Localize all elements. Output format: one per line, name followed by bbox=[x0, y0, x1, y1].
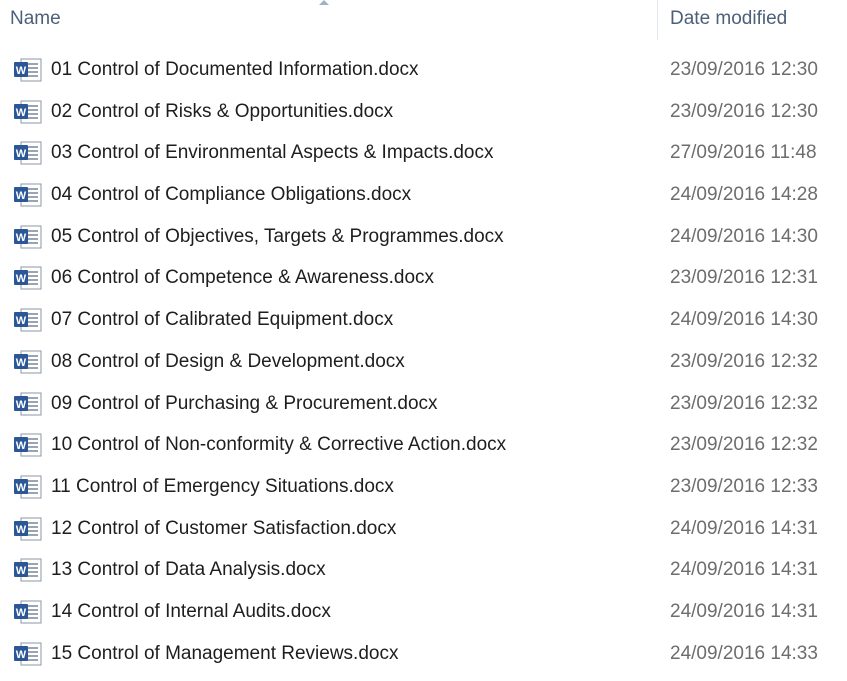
file-row[interactable]: W 15 Control of Management Reviews.docx … bbox=[0, 640, 847, 681]
svg-text:W: W bbox=[16, 273, 27, 285]
word-document-icon: W bbox=[14, 266, 42, 290]
svg-text:W: W bbox=[16, 315, 27, 327]
svg-text:W: W bbox=[16, 524, 27, 536]
column-header-bar: Name Date modified bbox=[0, 0, 847, 42]
column-header-name[interactable]: Name bbox=[10, 8, 61, 30]
word-document-icon: W bbox=[14, 558, 42, 582]
word-document-icon: W bbox=[14, 433, 42, 457]
svg-text:W: W bbox=[16, 190, 27, 202]
svg-text:W: W bbox=[16, 65, 27, 77]
word-document-icon: W bbox=[14, 225, 42, 249]
file-date-modified: 24/09/2016 14:30 bbox=[670, 309, 818, 331]
svg-text:W: W bbox=[16, 565, 27, 577]
file-name: 14 Control of Internal Audits.docx bbox=[51, 600, 331, 622]
svg-text:W: W bbox=[16, 357, 27, 369]
word-document-icon: W bbox=[14, 600, 42, 624]
file-date-modified: 24/09/2016 14:33 bbox=[670, 642, 818, 664]
word-document-icon: W bbox=[14, 475, 42, 499]
file-name: 11 Control of Emergency Situations.docx bbox=[51, 475, 394, 497]
file-date-modified: 23/09/2016 12:31 bbox=[670, 267, 818, 289]
column-header-date-modified[interactable]: Date modified bbox=[670, 8, 787, 30]
svg-text:W: W bbox=[16, 232, 27, 244]
file-name: 02 Control of Risks & Opportunities.docx bbox=[51, 100, 394, 122]
file-name: 04 Control of Compliance Obligations.doc… bbox=[51, 184, 412, 206]
file-date-modified: 24/09/2016 14:31 bbox=[670, 559, 818, 581]
file-row[interactable]: W 07 Control of Calibrated Equipment.doc… bbox=[0, 306, 847, 348]
file-name: 12 Control of Customer Satisfaction.docx bbox=[51, 517, 397, 539]
svg-text:W: W bbox=[16, 107, 27, 119]
svg-text:W: W bbox=[16, 649, 27, 661]
word-document-icon: W bbox=[14, 517, 42, 541]
file-row[interactable]: W 03 Control of Environmental Aspects & … bbox=[0, 139, 847, 181]
svg-text:W: W bbox=[16, 399, 27, 411]
word-document-icon: W bbox=[14, 141, 42, 165]
file-row[interactable]: W 13 Control of Data Analysis.docx 24/09… bbox=[0, 556, 847, 598]
file-row[interactable]: W 02 Control of Risks & Opportunities.do… bbox=[0, 98, 847, 140]
svg-text:W: W bbox=[16, 482, 27, 494]
file-row[interactable]: W 12 Control of Customer Satisfaction.do… bbox=[0, 515, 847, 557]
file-date-modified: 24/09/2016 14:30 bbox=[670, 225, 818, 247]
file-date-modified: 24/09/2016 14:28 bbox=[670, 184, 818, 206]
svg-text:W: W bbox=[16, 440, 27, 452]
file-row[interactable]: W 01 Control of Documented Information.d… bbox=[0, 56, 847, 98]
file-date-modified: 23/09/2016 12:32 bbox=[670, 434, 818, 456]
file-date-modified: 24/09/2016 14:31 bbox=[670, 517, 818, 539]
file-name: 05 Control of Objectives, Targets & Prog… bbox=[51, 225, 504, 247]
word-document-icon: W bbox=[14, 642, 42, 666]
file-row[interactable]: W 09 Control of Purchasing & Procurement… bbox=[0, 390, 847, 432]
file-row[interactable]: W 11 Control of Emergency Situations.doc… bbox=[0, 473, 847, 515]
file-row[interactable]: W 04 Control of Compliance Obligations.d… bbox=[0, 181, 847, 223]
file-row[interactable]: W 10 Control of Non-conformity & Correct… bbox=[0, 431, 847, 473]
word-document-icon: W bbox=[14, 58, 42, 82]
word-document-icon: W bbox=[14, 308, 42, 332]
file-row[interactable]: W 08 Control of Design & Development.doc… bbox=[0, 348, 847, 390]
file-date-modified: 23/09/2016 12:30 bbox=[670, 100, 818, 122]
svg-text:W: W bbox=[16, 148, 27, 160]
word-document-icon: W bbox=[14, 100, 42, 124]
file-name: 03 Control of Environmental Aspects & Im… bbox=[51, 142, 494, 164]
file-name: 10 Control of Non-conformity & Correctiv… bbox=[51, 434, 507, 456]
file-name: 01 Control of Documented Information.doc… bbox=[51, 59, 419, 80]
word-document-icon: W bbox=[14, 350, 42, 374]
file-name: 13 Control of Data Analysis.docx bbox=[51, 559, 326, 581]
file-name: 06 Control of Competence & Awareness.doc… bbox=[51, 267, 435, 289]
column-divider[interactable] bbox=[657, 0, 658, 40]
file-date-modified: 23/09/2016 12:30 bbox=[670, 59, 818, 80]
file-name: 07 Control of Calibrated Equipment.docx bbox=[51, 309, 394, 331]
word-document-icon: W bbox=[14, 183, 42, 207]
file-date-modified: 27/09/2016 11:48 bbox=[670, 142, 817, 164]
file-name: 09 Control of Purchasing & Procurement.d… bbox=[51, 392, 438, 414]
file-name: 15 Control of Management Reviews.docx bbox=[51, 642, 399, 664]
file-date-modified: 24/09/2016 14:31 bbox=[670, 600, 818, 622]
file-row[interactable]: W 14 Control of Internal Audits.docx 24/… bbox=[0, 598, 847, 640]
file-date-modified: 23/09/2016 12:32 bbox=[670, 350, 818, 372]
file-name: 08 Control of Design & Development.docx bbox=[51, 350, 405, 372]
file-date-modified: 23/09/2016 12:33 bbox=[670, 475, 818, 497]
file-row[interactable]: W 05 Control of Objectives, Targets & Pr… bbox=[0, 223, 847, 265]
file-list: W 01 Control of Documented Information.d… bbox=[0, 56, 847, 681]
file-date-modified: 23/09/2016 12:32 bbox=[670, 392, 818, 414]
svg-text:W: W bbox=[16, 607, 27, 619]
word-document-icon: W bbox=[14, 392, 42, 415]
file-row[interactable]: W 06 Control of Competence & Awareness.d… bbox=[0, 264, 847, 306]
sort-ascending-icon bbox=[319, 0, 329, 5]
